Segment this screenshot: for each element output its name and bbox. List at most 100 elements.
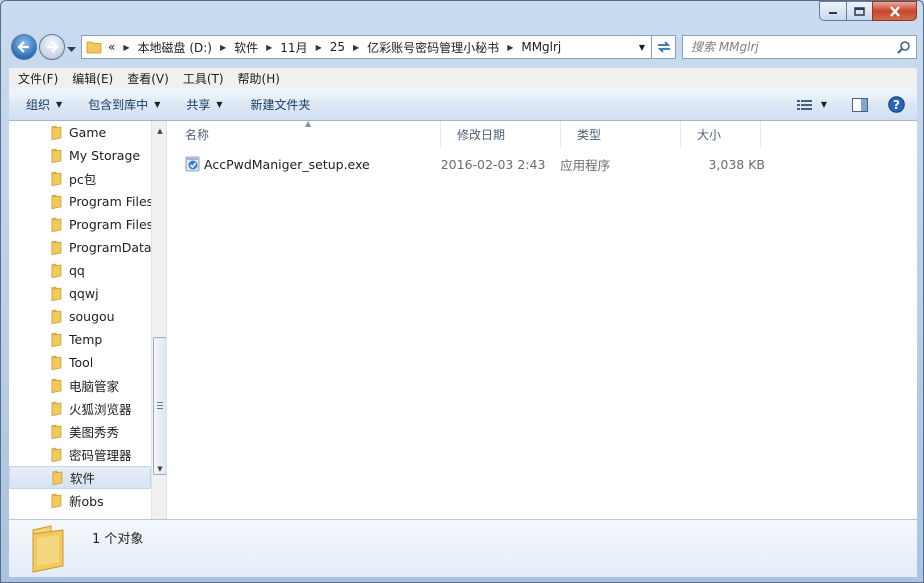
nav-item-ruanjian[interactable]: 软件: [9, 466, 151, 489]
svg-text:?: ?: [893, 98, 900, 112]
new-folder-button[interactable]: 新建文件夹: [242, 93, 320, 117]
breadcrumb-separator[interactable]: ▶: [220, 43, 226, 52]
arrow-right-icon: [47, 41, 59, 53]
column-date-label: 修改日期: [457, 127, 506, 142]
menu-bar: 文件(F) 编辑(E) 查看(V) 工具(T) 帮助(H): [9, 67, 917, 89]
chevron-down-icon: ▼: [154, 100, 161, 109]
folder-icon: [51, 401, 62, 416]
nav-item-qq[interactable]: qq: [9, 259, 151, 282]
navigation-scrollbar[interactable]: ▲ ▼: [151, 121, 166, 519]
nav-item-my-storage[interactable]: My Storage: [9, 144, 151, 167]
nav-item-sougou[interactable]: sougou: [9, 305, 151, 328]
menu-file[interactable]: 文件(F): [13, 70, 63, 87]
forward-button[interactable]: [39, 34, 65, 60]
menu-edit[interactable]: 编辑(E): [67, 70, 118, 87]
minimize-button[interactable]: [819, 1, 846, 21]
view-controls: ▼ ?: [793, 93, 911, 117]
arrow-left-icon: [17, 41, 29, 53]
nav-item-mima-guanliqi[interactable]: 密码管理器: [9, 443, 151, 466]
caption-buttons: [819, 1, 917, 21]
back-button[interactable]: [11, 34, 37, 60]
close-button[interactable]: [872, 1, 917, 21]
breadcrumb-separator[interactable]: ▶: [316, 43, 322, 52]
recent-pages-dropdown[interactable]: [67, 42, 76, 56]
folder-icon: [51, 217, 62, 232]
organize-button[interactable]: 组织 ▼: [17, 93, 71, 117]
nav-item-program-files[interactable]: Program Files: [9, 190, 151, 213]
nav-item-label: Temp: [69, 332, 103, 347]
nav-item-label: sougou: [69, 309, 115, 324]
share-button[interactable]: 共享 ▼: [177, 93, 231, 117]
chevron-down-icon: ▼: [56, 100, 63, 109]
scroll-up-arrow[interactable]: ▲: [152, 123, 166, 139]
nav-item-label: Program Files: [69, 217, 151, 232]
nav-item-huohu-liulanqi[interactable]: 火狐浏览器: [9, 397, 151, 420]
breadcrumb-separator[interactable]: ▶: [353, 43, 359, 52]
help-button[interactable]: ?: [881, 93, 911, 117]
preview-pane-icon: [852, 97, 868, 112]
nav-item-xin-obs[interactable]: 新obs: [9, 489, 151, 512]
search-icon[interactable]: [897, 40, 910, 54]
file-name: AccPwdManiger_setup.exe: [204, 156, 370, 172]
file-row[interactable]: AccPwdManiger_setup.exe 2016-02-03 2:43 …: [185, 154, 765, 174]
organize-label: 组织: [26, 98, 51, 112]
menu-view[interactable]: 查看(V): [122, 70, 174, 87]
nav-item-tool[interactable]: Tool: [9, 351, 151, 374]
details-pane: 1 个对象: [9, 519, 917, 577]
command-bar: 组织 ▼ 包含到库中 ▼ 共享 ▼ 新建文件夹 ▼ ?: [9, 89, 917, 121]
navigation-pane: Game My Storage pc包 Program Files Program Fi…: [9, 121, 167, 519]
nav-item-label: Program Files: [69, 194, 151, 209]
change-view-button[interactable]: ▼: [793, 93, 831, 117]
breadcrumb-item-software[interactable]: 软件: [234, 39, 258, 56]
breadcrumb-item-november[interactable]: 11月: [280, 39, 307, 56]
nav-item-meitu-xiuxiu[interactable]: 美图秀秀: [9, 420, 151, 443]
column-header-type[interactable]: 类型: [561, 121, 681, 147]
address-overflow[interactable]: «: [108, 40, 115, 54]
nav-item-temp[interactable]: Temp: [9, 328, 151, 351]
nav-item-program-files-x86[interactable]: Program Files: [9, 213, 151, 236]
menu-help[interactable]: 帮助(H): [233, 70, 285, 87]
help-icon: ?: [887, 96, 905, 113]
nav-item-qqwj[interactable]: qqwj: [9, 282, 151, 305]
nav-item-diannao-guanjia[interactable]: 电脑管家: [9, 374, 151, 397]
include-in-library-button[interactable]: 包含到库中 ▼: [79, 93, 169, 117]
folder-icon: [51, 355, 62, 370]
nav-item-programdata[interactable]: ProgramData: [9, 236, 151, 259]
folder-icon: [52, 470, 63, 485]
column-header-date[interactable]: 修改日期: [441, 121, 561, 147]
folder-icon: [86, 41, 102, 54]
nav-item-label: qq: [69, 263, 85, 278]
nav-item-label: pc包: [69, 172, 97, 187]
include-in-library-label: 包含到库中: [88, 98, 149, 112]
scrollbar-thumb[interactable]: [153, 337, 166, 475]
breadcrumb-item-drive[interactable]: 本地磁盘 (D:): [138, 39, 212, 56]
folder-icon: [51, 332, 62, 347]
search-box[interactable]: [682, 35, 917, 59]
breadcrumb-separator[interactable]: ▶: [266, 43, 272, 52]
refresh-icon: [657, 41, 670, 53]
scroll-down-arrow[interactable]: ▼: [152, 461, 166, 477]
nav-item-game[interactable]: Game: [9, 121, 151, 144]
content-area: Game My Storage pc包 Program Files Program Fi…: [9, 119, 917, 519]
address-bar[interactable]: « ▶ 本地磁盘 (D:) ▶ 软件 ▶ 11月 ▶ 25 ▶ 亿彩账号密码管理…: [81, 35, 652, 59]
column-header-size[interactable]: 大小: [681, 121, 761, 147]
address-history-dropdown[interactable]: ▼: [639, 43, 645, 52]
menu-tools[interactable]: 工具(T): [178, 70, 229, 87]
breadcrumb-item-25[interactable]: 25: [330, 40, 345, 54]
breadcrumb-separator[interactable]: ▶: [507, 43, 513, 52]
explorer-window: « ▶ 本地磁盘 (D:) ▶ 软件 ▶ 11月 ▶ 25 ▶ 亿彩账号密码管理…: [0, 0, 924, 583]
refresh-button[interactable]: [652, 35, 676, 59]
preview-pane-button[interactable]: [845, 93, 875, 117]
folder-icon: [51, 148, 62, 163]
breadcrumb-item-current[interactable]: MMglrj: [521, 40, 561, 54]
breadcrumb-item-app[interactable]: 亿彩账号密码管理小秘书: [367, 39, 499, 56]
nav-item-label: qqwj: [69, 286, 99, 301]
breadcrumb-separator[interactable]: ▶: [123, 43, 129, 52]
nav-item-label: 新obs: [69, 494, 104, 509]
file-date: 2016-02-03 2:43: [440, 156, 546, 172]
maximize-button[interactable]: [846, 1, 872, 21]
nav-item-pc-bao[interactable]: pc包: [9, 167, 151, 190]
column-header-name[interactable]: ▲ 名称: [169, 119, 441, 147]
search-input[interactable]: [691, 40, 897, 54]
file-type: 应用程序: [560, 157, 611, 173]
